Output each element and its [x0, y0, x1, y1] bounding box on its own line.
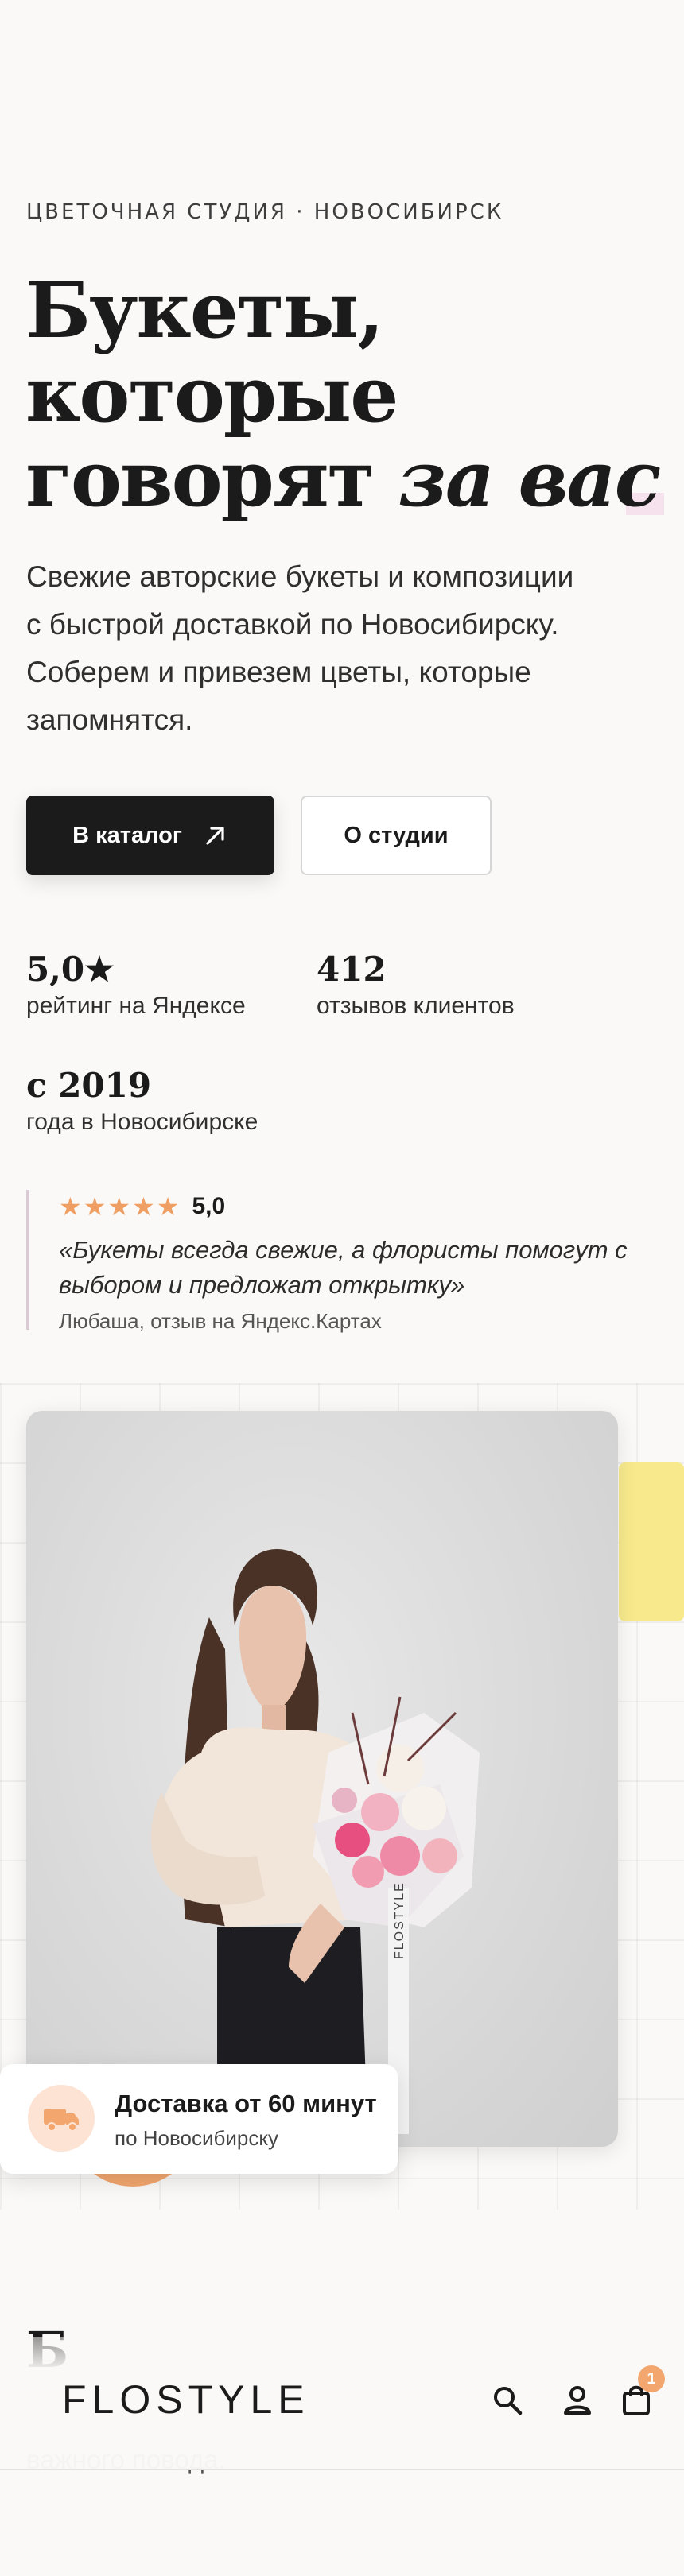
- catalog-button-label: В каталог: [72, 822, 182, 848]
- user-icon: [564, 2386, 591, 2415]
- hero-description: Свежие авторские букеты и композиции с б…: [26, 560, 574, 736]
- delivery-title: Доставка от 60 минут: [115, 2090, 377, 2117]
- hero-title-line3: говорят: [25, 434, 398, 524]
- arrow-up-right-icon: [206, 827, 224, 845]
- hero-title-line2: которые: [25, 350, 398, 440]
- search-button[interactable]: [490, 2383, 525, 2418]
- account-button[interactable]: [560, 2383, 595, 2418]
- hero-eyebrow: ЦВЕТОЧНАЯ СТУДИЯ · НОВОСИБИРСК: [26, 200, 504, 224]
- hero-title-emphasis-wrap: за вас: [398, 434, 665, 524]
- review-text: «Букеты всегда свежие, а флористы помогу…: [59, 1236, 628, 1299]
- star-icon: ★: [132, 1192, 155, 1221]
- star-icon: ★: [83, 1192, 107, 1221]
- delivery-badge: Доставка от 60 минут по Новосибирску: [0, 2064, 398, 2174]
- star-icon: ★: [156, 1192, 180, 1221]
- florist-with-bouquet-illustration: FLOSTYLE: [150, 1549, 480, 2147]
- review-stars: ★ ★ ★ ★ ★ 5,0: [59, 1193, 631, 1220]
- about-studio-button[interactable]: О студии: [301, 796, 492, 875]
- delivery-subtitle: по Новосибирску: [115, 2126, 279, 2150]
- search-icon: [494, 2387, 523, 2415]
- bouquet-ribbon-label: FLOSTYLE: [393, 1881, 406, 1959]
- review-rating: 5,0: [192, 1193, 226, 1219]
- truck-icon: [44, 2109, 79, 2132]
- stat-since: с 2019 года в Новосибирске: [26, 1066, 258, 1137]
- decorative-yellow-block: [619, 1462, 684, 1621]
- hero-photo: FLOSTYLE: [26, 1411, 618, 2147]
- stat-reviews-label: отзывов клиентов: [317, 993, 515, 1019]
- bottom-navbar: FLOSTYLE 1: [0, 2337, 684, 2470]
- review-author: Любаша, отзыв на Яндекс.Картах: [59, 1309, 382, 1333]
- stat-rating-label: рейтинг на Яндексе: [26, 993, 246, 1019]
- hero-title-emphasis: за вас: [398, 434, 662, 524]
- stat-reviews-value: 412: [317, 950, 387, 989]
- hero-title: Букеты, которые говорят за вас: [25, 269, 665, 524]
- review-quote-block: ★ ★ ★ ★ ★ 5,0 «Букеты всегда свежие, а ф…: [26, 1190, 631, 1333]
- hero-title-line1: Букеты,: [25, 265, 384, 355]
- stat-reviews: 412 отзывов клиентов: [317, 950, 515, 1021]
- cart-count-badge: 1: [638, 2365, 665, 2392]
- logo[interactable]: FLOSTYLE: [62, 2377, 310, 2423]
- catalog-button[interactable]: В каталог: [26, 796, 274, 875]
- stat-since-value: с 2019: [26, 1066, 152, 1105]
- stat-since-label: года в Новосибирске: [26, 1109, 258, 1135]
- star-icon: ★: [107, 1192, 131, 1221]
- stat-rating: 5,0★ рейтинг на Яндексе: [26, 950, 246, 1021]
- star-icon: ★: [59, 1192, 82, 1221]
- stat-rating-value: 5,0★: [26, 950, 115, 989]
- delivery-icon-circle: [28, 2085, 95, 2152]
